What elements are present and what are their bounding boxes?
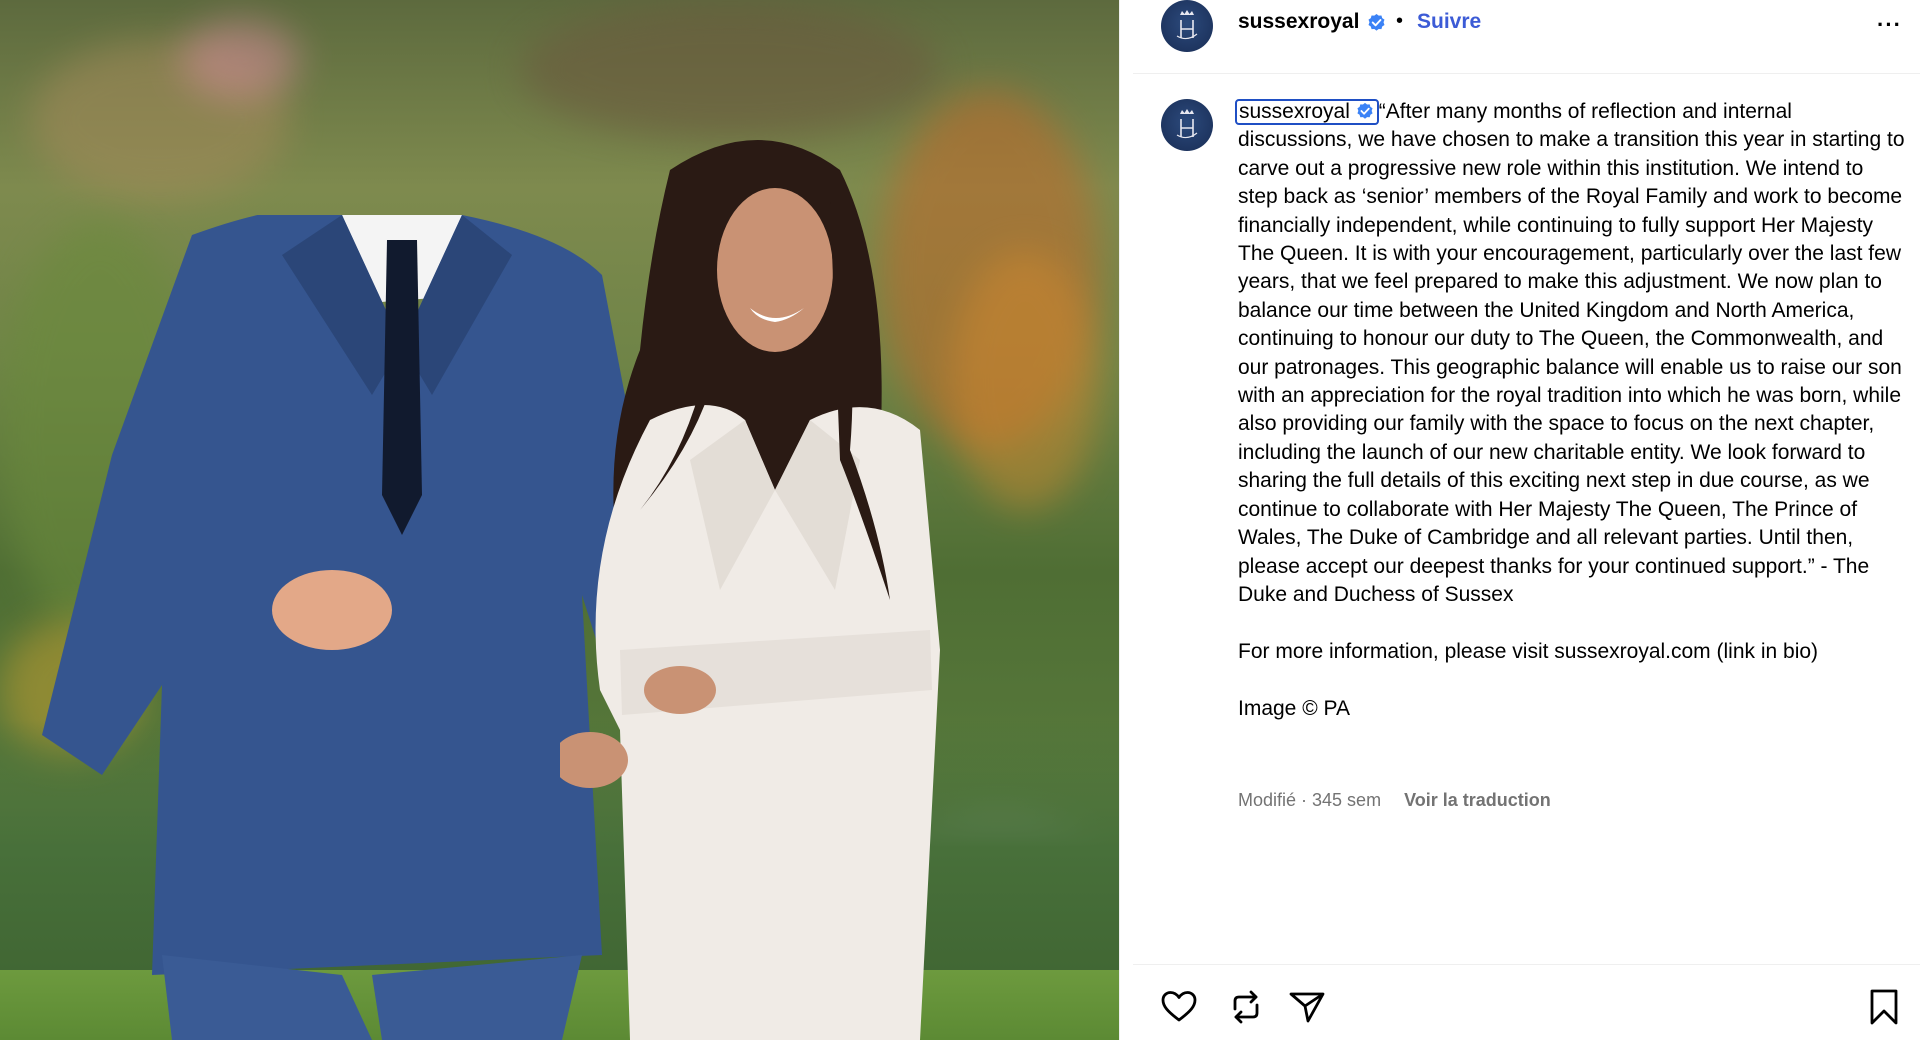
post-caption: sussexroyal “After many months of reflec… [1235,98,1908,723]
monogram-crown-icon [1176,109,1198,139]
username-link[interactable]: sussexroyal [1238,10,1359,34]
heart-icon [1161,991,1197,1022]
verified-badge-icon [1357,102,1373,119]
caption-text: “After many months of reflection and int… [1238,100,1905,606]
caption-image-credit: Image © PA [1238,696,1350,720]
follow-button[interactable]: Suivre [1417,10,1481,34]
post-meta: Modifié · 345 sem Voir la traduction [1238,790,1551,811]
avatar[interactable] [1161,0,1213,52]
caption-info-line: For more information, please visit susse… [1238,639,1819,663]
share-button[interactable] [1287,987,1327,1027]
post-header: sussexroyal • Suivre ··· [1133,0,1920,74]
post-photo [0,0,1119,1040]
post-timestamp: Modifié · 345 sem [1238,790,1382,810]
panel-divider [1119,0,1133,1040]
post-side-panel: sussexroyal • Suivre ··· sussexroyal “Af… [1133,0,1920,1040]
like-button[interactable] [1159,987,1199,1027]
repost-button[interactable] [1226,987,1266,1027]
caption-avatar[interactable] [1161,99,1213,151]
action-bar [1133,964,1920,1040]
caption-username-link[interactable]: sussexroyal [1235,99,1379,125]
repost-icon [1233,990,1259,1024]
monogram-crown-icon [1176,10,1198,40]
woman-figure [560,140,940,1040]
header-separator: • [1396,10,1404,32]
more-options-button[interactable]: ··· [1877,12,1902,38]
see-translation-link[interactable]: Voir la traduction [1404,790,1551,810]
paper-plane-icon [1289,992,1325,1023]
save-button[interactable] [1864,987,1904,1027]
verified-badge-icon [1367,13,1386,35]
bookmark-icon [1870,989,1898,1025]
